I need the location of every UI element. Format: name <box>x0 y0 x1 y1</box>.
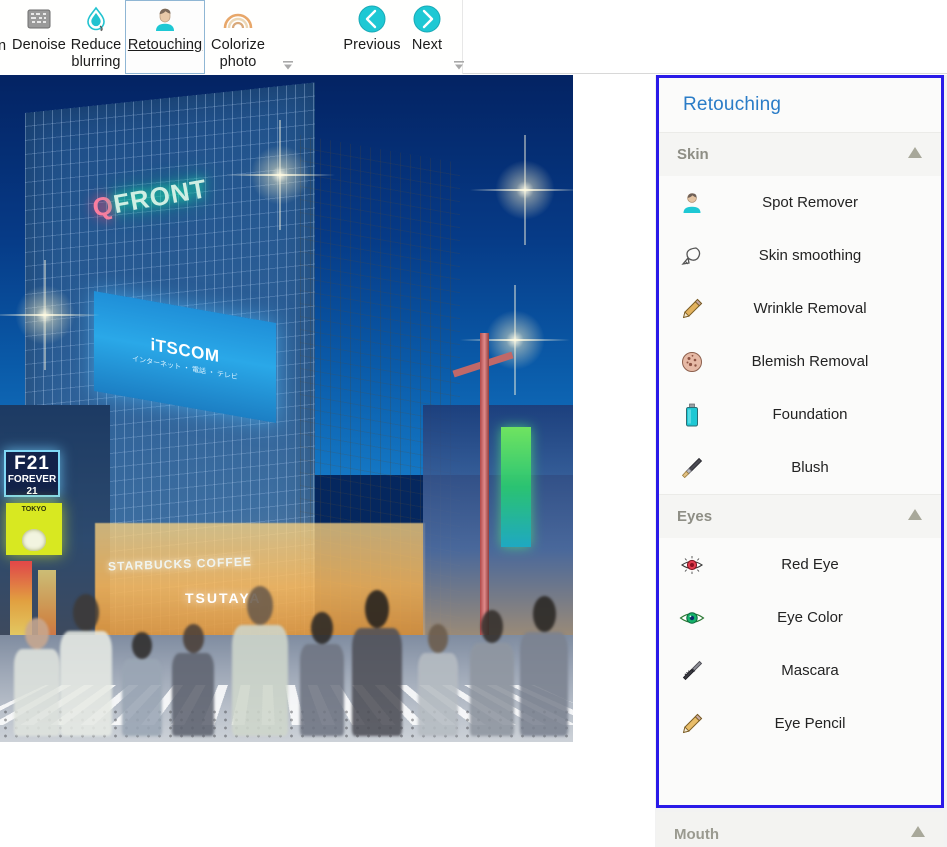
tool-blemish-removal[interactable]: Blemish Removal <box>659 335 941 388</box>
ribbon-group-dropdown-arrow-1[interactable] <box>281 60 295 72</box>
caret-up-icon[interactable] <box>907 146 923 164</box>
caret-up-icon[interactable] <box>910 825 926 843</box>
tool-spot-remover[interactable]: Spot Remover <box>659 176 941 229</box>
ribbon-toolbar: n Denoise <box>0 0 947 74</box>
retouching-panel: Retouching Skin <box>656 75 944 808</box>
ribbon-button-next[interactable]: Next <box>403 0 451 74</box>
photo-sign-yellow-graphic <box>22 529 46 551</box>
chevron-right-circle-icon <box>410 4 444 34</box>
panel-title: Retouching <box>683 94 781 116</box>
photo-sign-f21: F21 FOREVER 21 <box>4 450 60 497</box>
mascara-wand-icon <box>679 658 705 684</box>
tool-foundation[interactable]: Foundation <box>659 388 941 441</box>
section-list-eyes: Red Eye Eye Color <box>659 538 941 750</box>
ribbon-button-denoise[interactable]: Denoise <box>8 0 70 74</box>
ribbon-button-reduce-blurring-label: Reduce blurring <box>71 37 122 71</box>
photo-pedestrian <box>300 612 344 736</box>
ribbon-button-reduce-blurring[interactable]: Reduce blurring <box>68 0 124 74</box>
ribbon-button-next-label: Next <box>412 37 442 54</box>
brush-icon <box>679 455 705 481</box>
photo-editor-window: n Denoise <box>0 0 947 847</box>
photo-pedestrian <box>352 590 402 736</box>
section-header-mouth-label: Mouth <box>674 826 719 843</box>
section-header-mouth[interactable]: Mouth <box>656 812 944 847</box>
tool-eye-color[interactable]: Eye Color <box>659 591 941 644</box>
ribbon-group-dropdown-arrow-2[interactable] <box>452 60 466 72</box>
ribbon-button-retouching-label: Retouching <box>128 37 202 54</box>
smoothing-tool-icon <box>679 243 705 269</box>
photo-sign-yellow-caption: TOKYO <box>6 506 62 513</box>
ribbon-button-retouching[interactable]: Retouching <box>125 0 205 74</box>
tool-wrinkle-removal[interactable]: Wrinkle Removal <box>659 282 941 335</box>
tool-mascara[interactable]: Mascara <box>659 644 941 697</box>
eye-color-icon <box>679 605 705 631</box>
photo-sign-f21-line1: F21 <box>6 454 58 474</box>
tool-red-eye[interactable]: Red Eye <box>659 538 941 591</box>
section-list-skin: Spot Remover Skin smoothing <box>659 176 941 494</box>
person-spot-icon <box>679 190 705 216</box>
rainbow-icon <box>221 4 255 34</box>
photo-pedestrian <box>470 610 514 736</box>
photo-pedestrian <box>14 618 60 736</box>
chevron-left-circle-icon <box>355 4 389 34</box>
photo-pedestrian <box>418 624 458 736</box>
noise-grid-icon <box>22 4 56 34</box>
ribbon-button-previous-label: Previous <box>343 37 400 54</box>
ribbon-button-colorize-photo-label: Colorize photo <box>211 37 265 71</box>
photo-pedestrian <box>232 586 288 736</box>
photo-pedestrian <box>520 596 568 736</box>
section-header-eyes[interactable]: Eyes <box>659 494 941 538</box>
right-sidebar: Retouching Skin <box>655 75 947 847</box>
section-header-eyes-label: Eyes <box>677 508 712 525</box>
photo-sign-f21-line2: FOREVER 21 <box>6 474 58 498</box>
section-header-skin[interactable]: Skin <box>659 132 941 176</box>
ribbon-truncated-label: n <box>0 38 6 54</box>
photo-pedestrian <box>172 624 214 736</box>
photo-pedestrian <box>122 632 162 736</box>
red-eye-icon <box>679 552 705 578</box>
tool-skin-smoothing[interactable]: Skin smoothing <box>659 229 941 282</box>
blemish-circle-icon <box>679 349 705 375</box>
photo-pedestrian <box>60 594 112 736</box>
ribbon-button-previous[interactable]: Previous <box>341 0 403 74</box>
tool-blush[interactable]: Blush <box>659 441 941 494</box>
caret-up-icon[interactable] <box>907 508 923 526</box>
ribbon-button-colorize-photo[interactable]: Colorize photo <box>206 0 270 74</box>
ribbon-button-denoise-label: Denoise <box>12 37 66 54</box>
foundation-bottle-icon <box>679 402 705 428</box>
water-drop-icon <box>79 4 113 34</box>
photo-green-neon-sign <box>501 427 531 547</box>
photo-sign-yellow-billboard: TOKYO <box>6 503 62 555</box>
ribbon-group-enhance: n Denoise <box>0 0 463 74</box>
section-header-skin-label: Skin <box>677 146 709 163</box>
edited-photo[interactable]: QFRONT iTSCOM インターネット ・ 電話 ・ テレビ F21 FOR… <box>0 75 573 742</box>
eye-pencil-icon <box>679 711 705 737</box>
person-portrait-icon <box>148 4 182 34</box>
tool-eye-pencil[interactable]: Eye Pencil <box>659 697 941 750</box>
panel-sections: Skin Spot Remove <box>659 132 941 805</box>
image-canvas-area: QFRONT iTSCOM インターネット ・ 電話 ・ テレビ F21 FOR… <box>0 75 655 847</box>
pencil-icon <box>679 296 705 322</box>
